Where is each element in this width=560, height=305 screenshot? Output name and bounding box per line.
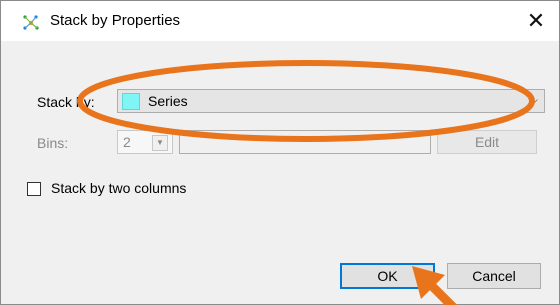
stack-two-columns-checkbox[interactable]	[27, 182, 41, 196]
bins-count-dropdown[interactable]: 2 ▼	[117, 130, 173, 154]
series-color-swatch	[122, 93, 140, 110]
cancel-button[interactable]: Cancel	[447, 263, 541, 289]
close-icon: ✕	[526, 8, 546, 33]
stack-by-dropdown[interactable]: Series ⌵	[117, 89, 545, 113]
dialog-content: Stack by: Series ⌵ Bins: 2 ▼ Edit Stack …	[1, 41, 559, 304]
stack-by-properties-dialog: Stack by Properties ✕ Stack by: Series ⌵…	[0, 0, 560, 305]
stack-two-columns-label[interactable]: Stack by two columns	[51, 180, 186, 196]
chevron-down-icon: ⌵	[528, 93, 538, 107]
stack-by-value: Series	[148, 93, 188, 109]
bins-label: Bins:	[37, 135, 69, 151]
stack-by-label: Stack by:	[37, 94, 95, 110]
dialog-title: Stack by Properties	[50, 12, 181, 29]
chevron-down-icon: ▼	[152, 135, 168, 151]
title-bar: Stack by Properties ✕	[1, 1, 559, 41]
edit-button[interactable]: Edit	[437, 130, 537, 154]
bins-count-value: 2	[123, 134, 131, 150]
bins-field[interactable]	[179, 130, 431, 154]
app-icon	[23, 15, 39, 30]
ok-button[interactable]: OK	[340, 263, 435, 289]
close-button[interactable]: ✕	[513, 1, 559, 41]
